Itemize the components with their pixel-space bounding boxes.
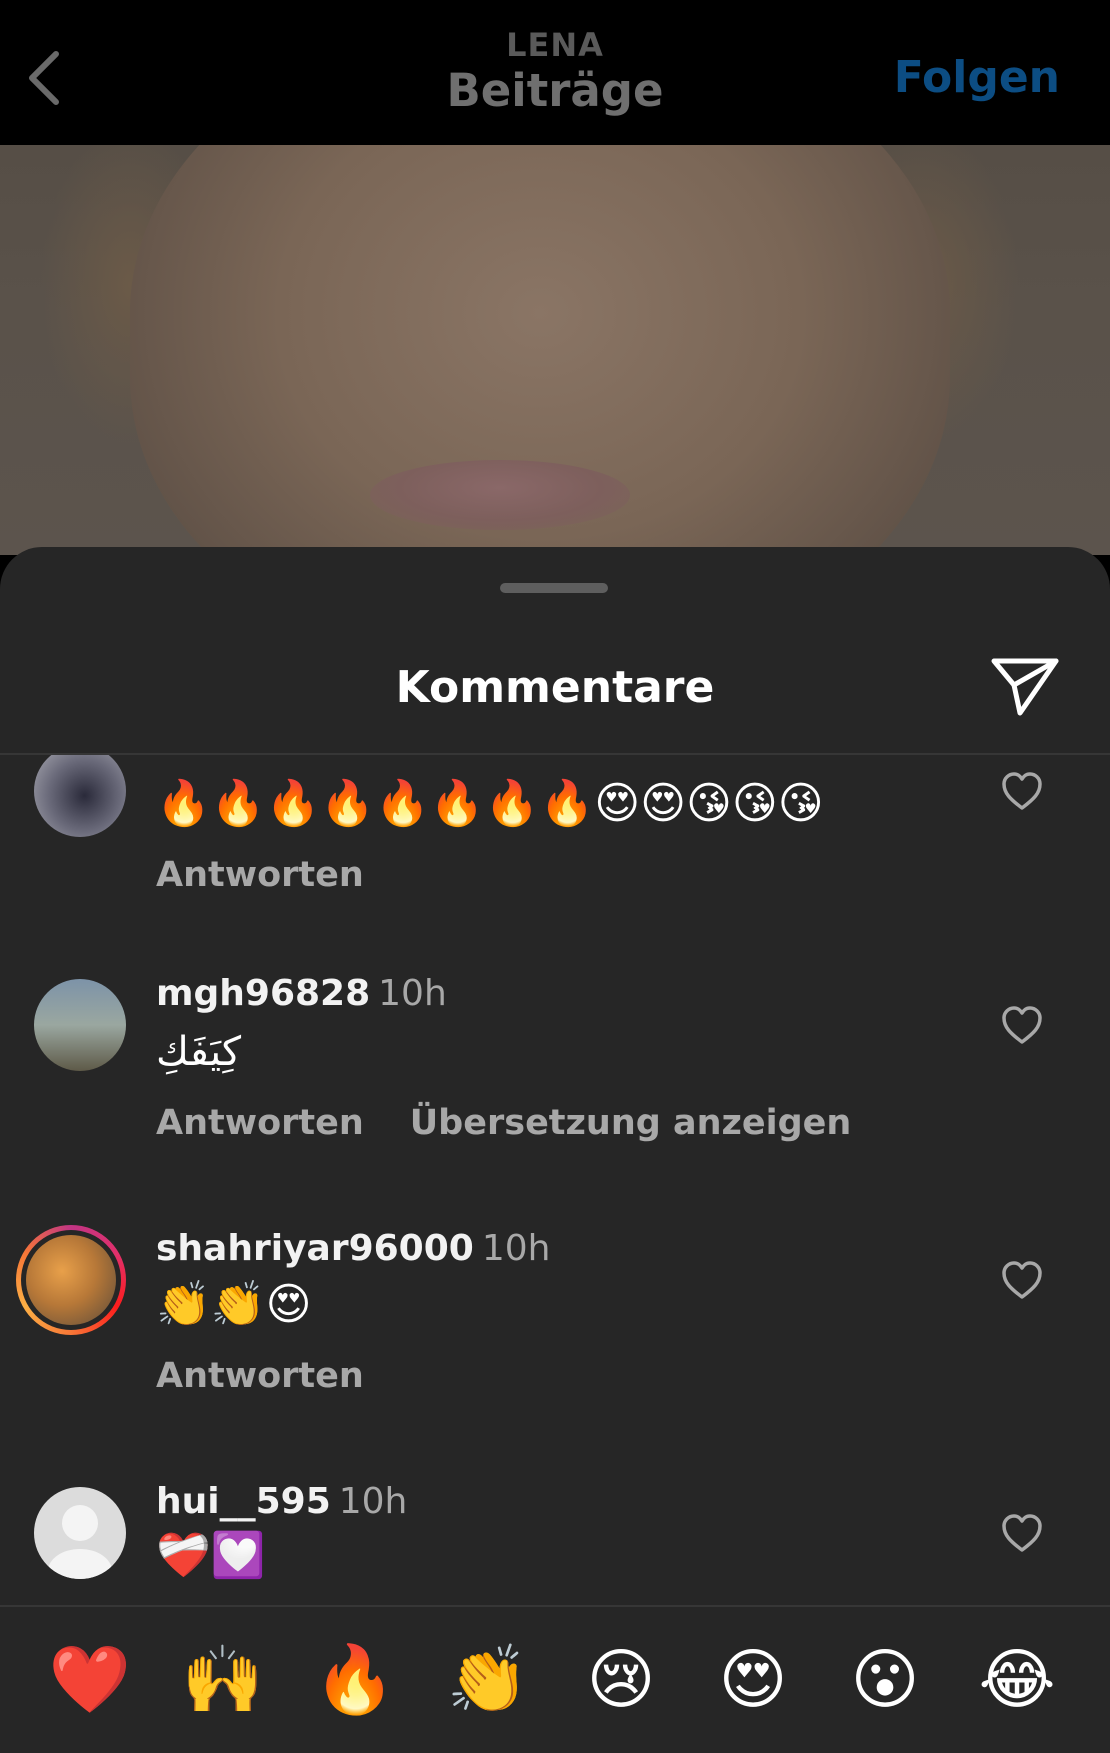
comment-text: ❤️‍🩹💟 [156,1530,266,1581]
comment-username[interactable]: hui__595 [156,1481,331,1522]
reaction-heart-button[interactable]: ❤️ [45,1635,135,1725]
reply-button[interactable]: Antworten [156,1356,364,1396]
heart-outline-icon[interactable] [1000,1005,1044,1045]
follow-button[interactable]: Folgen [894,52,1060,103]
comment-item: hui__595 10h ❤️‍🩹💟 [0,1481,1110,1607]
default-avatar-icon [48,1505,112,1579]
sheet-title: Kommentare [395,662,715,713]
comment-time: 10h [338,1481,408,1522]
heart-outline-icon[interactable] [1000,1513,1044,1553]
heart-outline-icon[interactable] [1000,771,1044,811]
reply-button[interactable]: Antworten [156,1103,364,1143]
comment-username[interactable]: shahriyar96000 [156,1228,474,1269]
comment-time: 10h [481,1228,551,1269]
comment-actions: Antworten [156,855,410,895]
share-button[interactable] [990,655,1060,719]
sheet-drag-handle[interactable] [500,583,608,593]
avatar[interactable] [34,1487,126,1579]
avatar-story-ring[interactable] [16,1225,126,1335]
reply-button[interactable]: Antworten [156,855,364,895]
comment-actions: Antworten Übersetzung anzeigen [156,1103,897,1143]
post-image [0,145,1110,555]
comments-list[interactable]: 🔥🔥🔥🔥🔥🔥🔥🔥😍😍😘😘😘 Antworten mgh96828 10h كِيَ… [0,755,1110,1607]
comment-item: shahriyar96000 10h 👏👏😍 Antworten [0,1225,1110,1458]
reaction-crying-button[interactable]: 😢 [576,1635,666,1725]
reaction-clap-button[interactable]: 👏 [443,1635,533,1725]
comment-actions: Antworten [156,1356,410,1396]
comment-header: mgh96828 10h [156,973,447,1014]
reaction-fire-button[interactable]: 🔥 [310,1635,400,1725]
show-translation-button[interactable]: Übersetzung anzeigen [410,1103,852,1143]
top-navigation-bar: LENA Beiträge Folgen [0,0,1110,145]
reaction-surprised-button[interactable]: 😮 [840,1635,930,1725]
avatar[interactable] [34,979,126,1071]
comment-username[interactable]: mgh96828 [156,973,370,1014]
reaction-laughing-button[interactable]: 😂 [972,1635,1062,1725]
comment-text: 👏👏😍 [156,1279,312,1330]
paper-plane-icon [991,658,1059,716]
comment-item: 🔥🔥🔥🔥🔥🔥🔥🔥😍😍😘😘😘 Antworten [0,755,1110,935]
quick-reactions-bar: ❤️ 🙌 🔥 👏 😢 😍 😮 😂 [0,1605,1110,1753]
reaction-raised-hands-button[interactable]: 🙌 [178,1635,268,1725]
avatar[interactable] [34,755,126,837]
comment-header: shahriyar96000 10h [156,1228,550,1269]
comment-header: hui__595 10h [156,1481,407,1522]
comment-item: mgh96828 10h كِيَفَكِ Antworten Übersetzun… [0,973,1110,1203]
comments-sheet: Kommentare 🔥🔥🔥🔥🔥🔥🔥🔥😍😍😘😘😘 Antworten mgh96… [0,547,1110,1751]
comment-text: 🔥🔥🔥🔥🔥🔥🔥🔥😍😍😘😘😘 [156,778,824,829]
avatar [26,1235,116,1325]
comment-text: كِيَفَكِ [156,1029,242,1075]
image-lips [370,460,630,530]
comment-time: 10h [378,973,447,1014]
reaction-heart-eyes-button[interactable]: 😍 [708,1635,798,1725]
heart-outline-icon[interactable] [1000,1260,1044,1300]
